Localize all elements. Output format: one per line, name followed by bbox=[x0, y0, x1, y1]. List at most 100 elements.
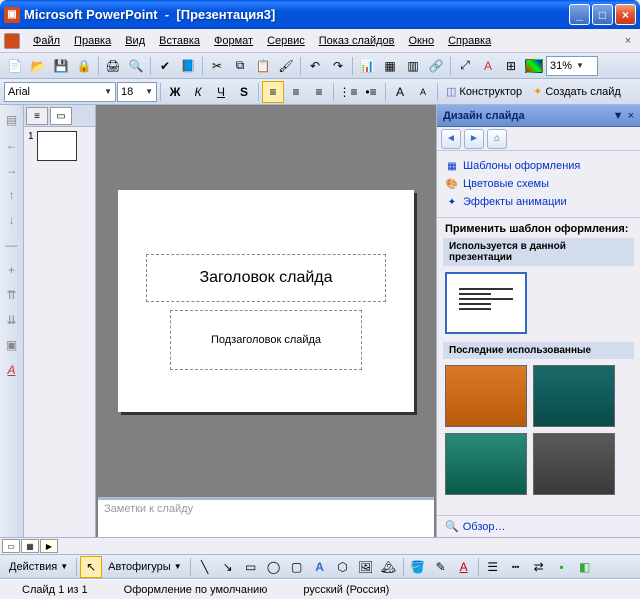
notes-input[interactable]: Заметки к слайду bbox=[98, 497, 434, 537]
3d-style-icon[interactable]: ◧ bbox=[574, 556, 596, 578]
undo-icon[interactable]: ↶ bbox=[304, 55, 326, 77]
hyperlink-icon[interactable]: 🔗 bbox=[425, 55, 447, 77]
increase-font-icon[interactable]: A bbox=[389, 81, 411, 103]
template-thumb-4[interactable] bbox=[533, 433, 615, 495]
taskpane-close-icon[interactable]: × bbox=[628, 110, 634, 122]
line-color-icon[interactable]: ✎ bbox=[430, 556, 452, 578]
italic-icon[interactable]: К bbox=[187, 81, 209, 103]
v-arrow-down-icon[interactable]: ↓ bbox=[1, 209, 23, 231]
align-left-icon[interactable]: ≡ bbox=[262, 81, 284, 103]
subtitle-placeholder[interactable]: Подзаголовок слайда bbox=[170, 310, 362, 370]
align-center-icon[interactable]: ≡ bbox=[285, 81, 307, 103]
tables-borders-icon[interactable]: ▥ bbox=[402, 55, 424, 77]
mdi-close-button[interactable]: × bbox=[620, 33, 636, 49]
numbering-icon[interactable]: ⋮≡ bbox=[337, 81, 359, 103]
minimize-button[interactable]: _ bbox=[569, 4, 590, 25]
show-format-icon[interactable]: A bbox=[477, 55, 499, 77]
menu-format[interactable]: Формат bbox=[207, 32, 260, 50]
menu-insert[interactable]: Вставка bbox=[152, 32, 207, 50]
cut-icon[interactable]: ✂ bbox=[206, 55, 228, 77]
redo-icon[interactable]: ↷ bbox=[327, 55, 349, 77]
font-size-combo[interactable]: 18▼ bbox=[117, 82, 157, 102]
nav-forward-icon[interactable]: ► bbox=[464, 129, 484, 149]
menu-window[interactable]: Окно bbox=[402, 32, 442, 50]
v-collapse-icon[interactable]: — bbox=[1, 234, 23, 256]
underline-icon[interactable]: Ч bbox=[210, 81, 232, 103]
line-icon[interactable]: ╲ bbox=[194, 556, 216, 578]
template-thumb-current[interactable] bbox=[445, 272, 527, 334]
link-templates[interactable]: ▦Шаблоны оформления bbox=[445, 157, 632, 175]
v-expand-all-icon[interactable]: ⇊ bbox=[1, 309, 23, 331]
browse-link[interactable]: 🔍 Обзор… bbox=[437, 515, 640, 537]
v-expand-icon[interactable]: + bbox=[1, 259, 23, 281]
v-summary-icon[interactable]: ▣ bbox=[1, 334, 23, 356]
template-thumb-3[interactable] bbox=[445, 433, 527, 495]
menu-tools[interactable]: Сервис bbox=[260, 32, 312, 50]
diagram-icon[interactable]: ⬡ bbox=[332, 556, 354, 578]
picture-icon[interactable]: 🏔 bbox=[378, 556, 400, 578]
print-preview-icon[interactable]: 🔍 bbox=[125, 55, 147, 77]
new-doc-icon[interactable]: 📄 bbox=[4, 55, 26, 77]
shadow-style-icon[interactable]: ▪ bbox=[551, 556, 573, 578]
slide-canvas[interactable]: Заголовок слайда Подзаголовок слайда bbox=[118, 190, 414, 412]
font-combo[interactable]: Arial▼ bbox=[4, 82, 116, 102]
sorter-view-icon[interactable]: ▦ bbox=[21, 539, 39, 553]
title-placeholder[interactable]: Заголовок слайда bbox=[146, 254, 386, 302]
select-icon[interactable]: ↖ bbox=[80, 556, 102, 578]
slides-tab[interactable]: ▭ bbox=[50, 107, 72, 125]
bold-icon[interactable]: Ж bbox=[164, 81, 186, 103]
menu-edit[interactable]: Правка bbox=[67, 32, 118, 50]
template-thumb-1[interactable] bbox=[445, 365, 527, 427]
v-collapse-all-icon[interactable]: ⇈ bbox=[1, 284, 23, 306]
close-button[interactable]: × bbox=[615, 4, 636, 25]
paste-icon[interactable]: 📋 bbox=[252, 55, 274, 77]
table-icon[interactable]: ▦ bbox=[379, 55, 401, 77]
taskpane-dropdown-icon[interactable]: ▼ bbox=[613, 110, 624, 122]
fill-color-icon[interactable]: 🪣 bbox=[407, 556, 429, 578]
menu-file[interactable]: Файл bbox=[26, 32, 67, 50]
v-arrow-up-icon[interactable]: ↑ bbox=[1, 184, 23, 206]
menu-help[interactable]: Справка bbox=[441, 32, 498, 50]
nav-back-icon[interactable]: ◄ bbox=[441, 129, 461, 149]
shadow-icon[interactable]: S bbox=[233, 81, 255, 103]
arrow-icon[interactable]: ↘ bbox=[217, 556, 239, 578]
permission-icon[interactable]: 🔒 bbox=[73, 55, 95, 77]
clipart-icon[interactable]: 🖼 bbox=[355, 556, 377, 578]
zoom-combo[interactable]: 31%▼ bbox=[546, 56, 598, 76]
link-animation[interactable]: ✦Эффекты анимации bbox=[445, 193, 632, 211]
copy-icon[interactable]: ⧉ bbox=[229, 55, 251, 77]
new-slide-button[interactable]: ✦Создать слайд bbox=[528, 81, 626, 103]
grid-icon[interactable]: ⊞ bbox=[500, 55, 522, 77]
slideshow-view-icon[interactable]: ▶ bbox=[40, 539, 58, 553]
normal-view-icon[interactable]: ▭ bbox=[2, 539, 20, 553]
rectangle-icon[interactable]: ▭ bbox=[240, 556, 262, 578]
chart-icon[interactable]: 📊 bbox=[356, 55, 378, 77]
v-format-icon[interactable]: A bbox=[1, 359, 23, 381]
v-arrow-left-icon[interactable]: ← bbox=[1, 134, 23, 156]
open-icon[interactable]: 📂 bbox=[27, 55, 49, 77]
menu-slideshow[interactable]: Показ слайдов bbox=[312, 32, 402, 50]
research-icon[interactable]: 📘 bbox=[177, 55, 199, 77]
menu-view[interactable]: Вид bbox=[118, 32, 152, 50]
align-right-icon[interactable]: ≡ bbox=[308, 81, 330, 103]
print-icon[interactable]: 🖨 bbox=[102, 55, 124, 77]
color-icon[interactable] bbox=[525, 59, 543, 73]
outline-tab[interactable]: ≡ bbox=[26, 107, 48, 125]
arrow-style-icon[interactable]: ⇄ bbox=[528, 556, 550, 578]
format-painter-icon[interactable]: 🖌 bbox=[275, 55, 297, 77]
v-arrow-right-icon[interactable]: → bbox=[1, 159, 23, 181]
save-icon[interactable]: 💾 bbox=[50, 55, 72, 77]
expand-icon[interactable]: ⤢ bbox=[454, 55, 476, 77]
autoshapes-menu[interactable]: Автофигуры▼ bbox=[103, 556, 187, 578]
textbox-icon[interactable]: ▢ bbox=[286, 556, 308, 578]
bullets-icon[interactable]: •≡ bbox=[360, 81, 382, 103]
slide-thumbnail-1[interactable]: 1 bbox=[28, 131, 91, 161]
link-color-schemes[interactable]: 🎨Цветовые схемы bbox=[445, 175, 632, 193]
line-style-icon[interactable]: ☰ bbox=[482, 556, 504, 578]
dash-style-icon[interactable]: ┅ bbox=[505, 556, 527, 578]
template-thumb-2[interactable] bbox=[533, 365, 615, 427]
designer-button[interactable]: ◫Конструктор bbox=[441, 81, 527, 103]
decrease-font-icon[interactable]: A bbox=[412, 81, 434, 103]
font-color-icon[interactable]: A bbox=[453, 556, 475, 578]
spelling-icon[interactable]: ✔ bbox=[154, 55, 176, 77]
